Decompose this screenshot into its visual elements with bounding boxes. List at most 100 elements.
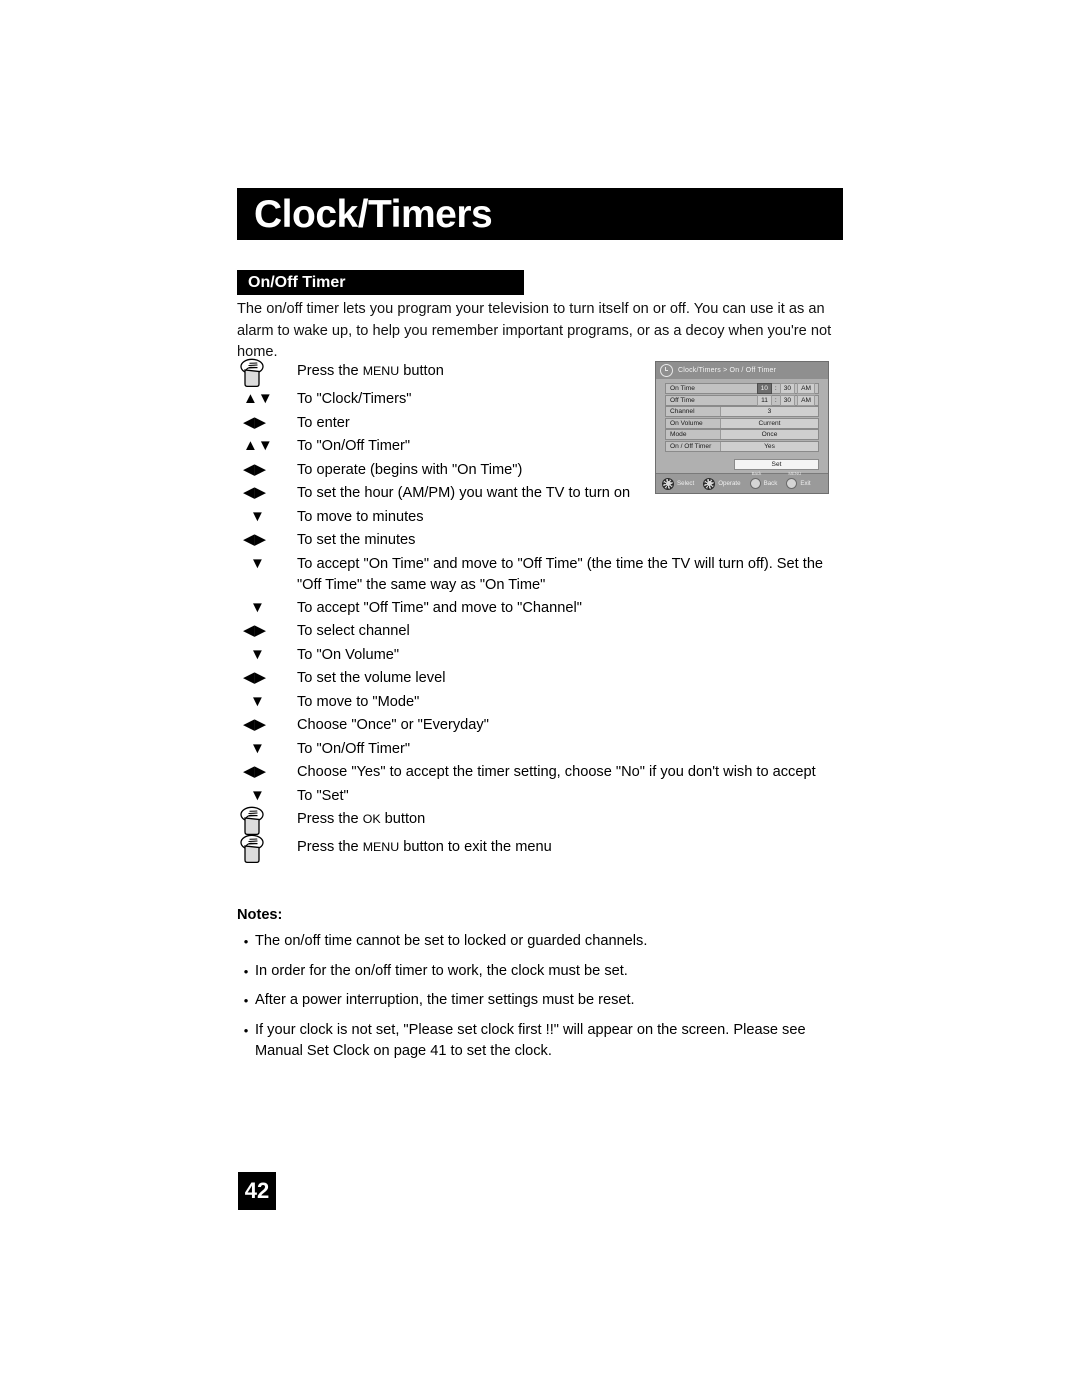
step-icon-cell: ▲▼ (237, 388, 297, 409)
step-text: To set the volume level (297, 670, 446, 686)
step-text: To set the minutes (297, 532, 416, 548)
step-row: ▼ To move to "Mode" (237, 691, 837, 715)
step-text: To "On/Off Timer" (297, 740, 411, 757)
osd-setting-value[interactable]: Once (720, 430, 818, 439)
notes-list: • The on/off time cannot be set to locked… (237, 931, 837, 1070)
left-right-arrows-icon: ◀▶ (243, 763, 267, 780)
intro-paragraph: The on/off timer lets you program your t… (237, 301, 832, 360)
osd-meridiem-field[interactable]: AM (797, 394, 815, 406)
bullet-icon: • (243, 934, 249, 949)
up-down-arrows-icon: ▲▼ (243, 437, 273, 454)
step-text: Press the OK button (297, 808, 425, 831)
page-title-bar: Clock/Timers (237, 188, 843, 240)
osd-setting-label: On Volume (670, 419, 703, 427)
osd-screenshot: Clock/Timers > On / Off Timer On Time 10:… (655, 361, 829, 494)
down-arrow-icon: ▼ (250, 692, 265, 710)
step-text: Choose "Yes" to accept the timer setting… (297, 764, 816, 780)
osd-setting-value[interactable]: 3 (720, 407, 818, 416)
step-icon-cell: ◀▶ (237, 529, 297, 550)
step-text-post: button (399, 363, 444, 379)
step-text: Press the MENU button to exit the menu (297, 836, 552, 859)
down-arrow-icon: ▼ (250, 786, 265, 804)
step-button-name: MENU (362, 364, 400, 378)
step-icon-cell: ▼ (237, 691, 297, 712)
step-icon-cell: ▼ (237, 644, 297, 665)
step-text: To set the hour (AM/PM) you want the TV … (297, 485, 631, 501)
step-row: ◀▶ To select channel (237, 620, 837, 644)
osd-set-button[interactable]: Set (734, 459, 819, 470)
osd-hour-field[interactable]: 11 (757, 394, 772, 406)
note-text: After a power interruption, the timer se… (255, 992, 635, 1008)
left-right-arrows-icon: ◀▶ (243, 484, 267, 501)
step-icon-cell: ▲▼ (237, 435, 297, 456)
left-right-arrows-icon: ◀▶ (243, 531, 267, 548)
left-right-arrows-icon: ◀▶ (243, 716, 267, 733)
step-text: To operate (begins with "On Time") (297, 461, 523, 478)
left-right-arrows-icon: ◀▶ (243, 669, 267, 686)
step-icon-cell: ▼ (237, 553, 297, 574)
osd-setting-row[interactable]: Mode Once (665, 429, 819, 440)
dpad-icon (662, 477, 674, 490)
step-text: To select channel (297, 623, 410, 639)
left-right-arrows-icon: ◀▶ (243, 622, 267, 639)
step-icon-cell (237, 358, 297, 388)
hand-press-button-icon (237, 806, 265, 836)
osd-time-value[interactable]: 11:30 AM (720, 394, 818, 406)
step-icon-cell: ▼ (237, 506, 297, 527)
step-row: ▼ To "On Volume" (237, 644, 837, 668)
osd-setting-row[interactable]: On Volume Current (665, 417, 819, 429)
hand-press-button-icon (237, 834, 265, 864)
notes-title: Notes: (237, 907, 283, 923)
left-right-arrows-icon: ◀▶ (243, 460, 267, 478)
step-text-pre: Press the (297, 839, 363, 855)
step-icon-cell: ◀▶ (237, 412, 297, 433)
bullet-icon: • (243, 963, 249, 979)
osd-footer-hint-top-label: Back (751, 471, 762, 476)
step-text: To accept "Off Time" and move to "Channe… (297, 599, 582, 616)
down-arrow-icon: ▼ (250, 598, 265, 616)
osd-setting-value[interactable]: Yes (720, 441, 818, 451)
osd-setting-value[interactable]: Current (720, 418, 818, 428)
step-text: To "On/Off Timer" (297, 438, 411, 454)
step-text: To accept "On Time" and move to "Off Tim… (297, 555, 824, 594)
osd-footer: Select Operate Back Back MENU Exit (656, 471, 828, 493)
osd-footer-hint: Back Back (749, 471, 777, 489)
step-text: To enter (297, 414, 350, 431)
note-text: In order for the on/off timer to work, t… (255, 962, 628, 979)
osd-time-colon: : (774, 396, 777, 404)
hand-press-button-icon (237, 358, 265, 388)
round-button-icon (749, 478, 761, 489)
osd-setting-row[interactable]: On Time 10:30 AM (665, 383, 819, 394)
osd-meridiem-field[interactable]: AM (797, 383, 815, 394)
osd-setting-row[interactable]: Channel 3 (665, 406, 819, 417)
osd-footer-hint: MENU Exit (786, 471, 811, 489)
step-row: ◀▶ To set the volume level (237, 667, 837, 691)
step-button-name: OK (362, 812, 381, 826)
note-text: The on/off time cannot be set to locked … (255, 933, 648, 949)
step-row: ◀▶ To set the minutes (237, 529, 837, 553)
osd-setting-row[interactable]: On / Off Timer Yes (665, 440, 819, 452)
osd-time-value[interactable]: 10:30 AM (720, 383, 818, 394)
step-row: ▼ To "Set" (237, 785, 837, 809)
step-row: ◀▶ Choose "Once" or "Everyday" (237, 714, 837, 738)
down-arrow-icon: ▼ (250, 554, 265, 572)
osd-setting-row[interactable]: Off Time 11:30 AM (665, 394, 819, 406)
step-text: To "On Volume" (297, 646, 400, 663)
step-icon-cell: ◀▶ (237, 620, 297, 641)
step-icon-cell: ◀▶ (237, 714, 297, 735)
osd-setting-label: Channel (670, 408, 695, 415)
osd-footer-hint-label: Operate (718, 480, 741, 487)
osd-setting-label: On Time (670, 385, 695, 392)
osd-breadcrumb: Clock/Timers > On / Off Timer (678, 367, 777, 374)
step-row: ▼ To accept "Off Time" and move to "Chann… (237, 597, 837, 621)
down-arrow-icon: ▼ (250, 645, 265, 663)
step-row: ▼ To move to minutes (237, 506, 837, 530)
osd-footer-hint-label: Select (677, 480, 695, 487)
osd-hour-field[interactable]: 10 (756, 383, 772, 394)
step-icon-cell: ◀▶ (237, 667, 297, 688)
osd-footer-hint-top-label: MENU (788, 471, 802, 476)
osd-set-row: Set (656, 452, 828, 470)
osd-minute-field[interactable]: 30 (779, 394, 796, 406)
note-item: • In order for the on/off timer to work, … (237, 961, 837, 982)
osd-minute-field[interactable]: 30 (779, 383, 796, 394)
